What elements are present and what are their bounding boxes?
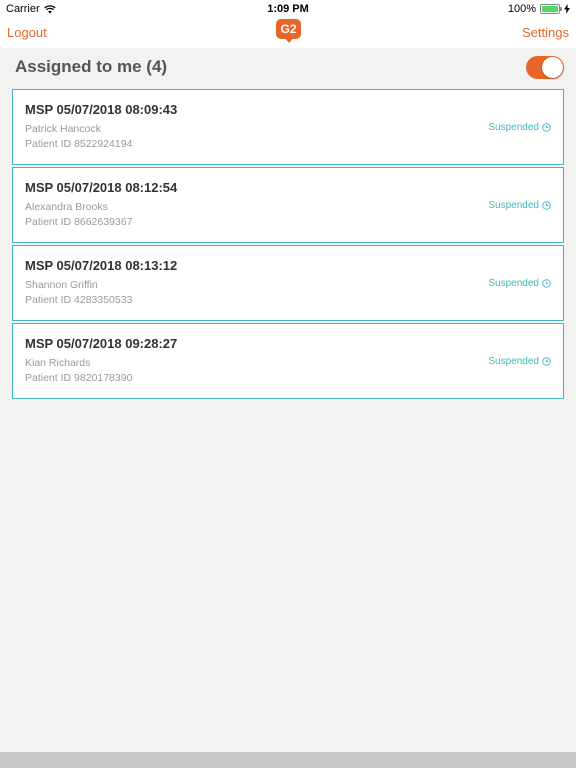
- app-logo: G2: [276, 19, 301, 39]
- case-title: MSP 05/07/2018 08:12:54: [25, 180, 178, 195]
- case-title: MSP 05/07/2018 09:28:27: [25, 336, 178, 351]
- charging-icon: [564, 4, 570, 14]
- logout-button[interactable]: Logout: [7, 25, 47, 40]
- bottom-bar: [0, 752, 576, 768]
- clock-icon: [542, 357, 551, 366]
- patient-id: Patient ID 4283350533: [25, 294, 133, 306]
- status-label: Suspended: [488, 200, 539, 211]
- case-title: MSP 05/07/2018 08:09:43: [25, 102, 178, 117]
- clock-icon: [542, 201, 551, 210]
- status-label: Suspended: [488, 356, 539, 367]
- status-label: Suspended: [488, 278, 539, 289]
- toggle-knob: [542, 57, 563, 78]
- clock-icon: [542, 123, 551, 132]
- section-header: Assigned to me (4): [0, 48, 576, 88]
- status-badge: Suspended: [488, 356, 551, 367]
- status-badge: Suspended: [488, 278, 551, 289]
- patient-name: Alexandra Brooks: [25, 201, 108, 213]
- patient-name: Patrick Hancock: [25, 123, 101, 135]
- patient-name: Shannon Griffin: [25, 279, 98, 291]
- battery-percent: 100%: [507, 3, 536, 15]
- battery-icon: [540, 4, 562, 14]
- status-right: 100%: [508, 3, 570, 15]
- case-list: MSP 05/07/2018 08:09:43 Patrick Hancock …: [12, 89, 564, 401]
- case-title: MSP 05/07/2018 08:13:12: [25, 258, 178, 273]
- patient-name: Kian Richards: [25, 357, 91, 369]
- status-label: Suspended: [488, 122, 539, 133]
- list-item[interactable]: MSP 05/07/2018 08:12:54 Alexandra Brooks…: [12, 167, 564, 243]
- assigned-toggle[interactable]: [526, 56, 564, 79]
- patient-id: Patient ID 8522924194: [25, 138, 133, 150]
- nav-bar: Logout G2 Settings: [0, 18, 576, 48]
- status-badge: Suspended: [488, 122, 551, 133]
- status-bar: Carrier 1:09 PM 100%: [0, 0, 576, 18]
- list-item[interactable]: MSP 05/07/2018 08:13:12 Shannon Griffin …: [12, 245, 564, 321]
- list-item[interactable]: MSP 05/07/2018 08:09:43 Patrick Hancock …: [12, 89, 564, 165]
- status-badge: Suspended: [488, 200, 551, 211]
- patient-id: Patient ID 9820178390: [25, 372, 133, 384]
- page-title: Assigned to me (4): [15, 57, 168, 76]
- logo-tail: [285, 38, 293, 43]
- clock-icon: [542, 279, 551, 288]
- settings-button[interactable]: Settings: [522, 25, 569, 40]
- list-item[interactable]: MSP 05/07/2018 09:28:27 Kian Richards Pa…: [12, 323, 564, 399]
- status-time: 1:09 PM: [267, 3, 309, 15]
- patient-id: Patient ID 8662639367: [25, 216, 133, 228]
